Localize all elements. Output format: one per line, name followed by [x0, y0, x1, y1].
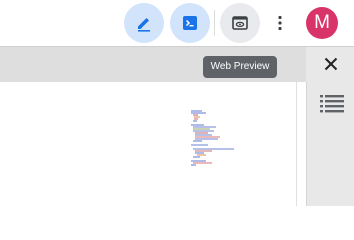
- terminal-icon: [183, 16, 197, 30]
- editor-button[interactable]: [124, 3, 164, 43]
- top-toolbar: M: [0, 0, 354, 46]
- web-preview-icon: [232, 16, 248, 30]
- more-options-button[interactable]: [268, 10, 292, 36]
- avatar[interactable]: M: [306, 7, 338, 39]
- web-preview-button[interactable]: [220, 3, 260, 43]
- pencil-icon: [138, 18, 150, 32]
- close-panel-button[interactable]: [319, 52, 343, 76]
- list-icon: [320, 95, 344, 113]
- editor-ruler: [296, 82, 297, 206]
- toolbar-divider: [214, 10, 215, 36]
- panel-tab-bar: [0, 46, 354, 82]
- outline-button[interactable]: [319, 94, 345, 114]
- terminal-button[interactable]: [170, 3, 210, 43]
- close-icon: [324, 57, 338, 71]
- code-minimap[interactable]: [188, 108, 250, 178]
- more-vert-icon: [278, 15, 282, 31]
- web-preview-tooltip: Web Preview: [203, 56, 277, 78]
- editor-area[interactable]: [0, 82, 306, 206]
